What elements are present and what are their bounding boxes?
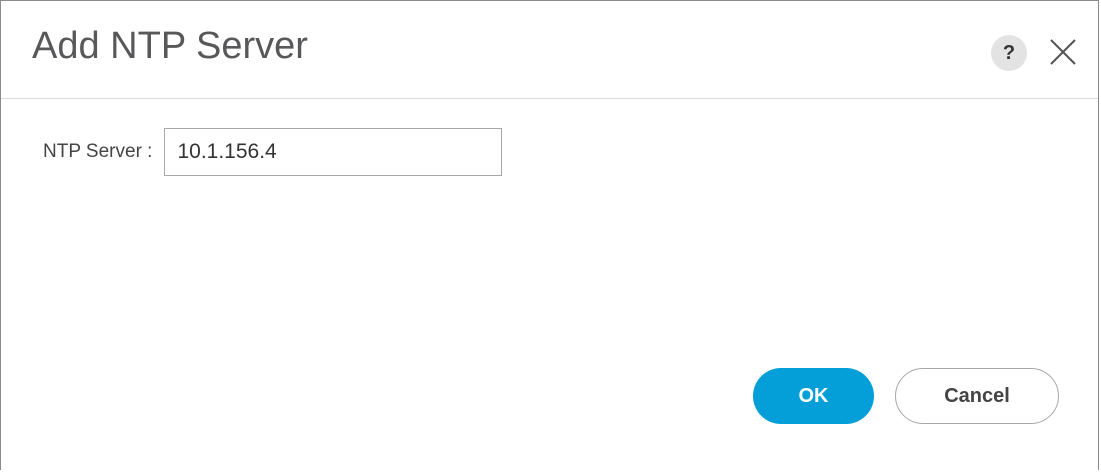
cancel-button[interactable]: Cancel xyxy=(895,368,1059,424)
dialog-header: Add NTP Server ? xyxy=(1,1,1098,99)
add-ntp-server-dialog: Add NTP Server ? NTP Server : OK Cancel xyxy=(0,0,1099,470)
close-icon[interactable] xyxy=(1043,32,1083,72)
ok-button[interactable]: OK xyxy=(753,368,874,424)
ntp-server-row: NTP Server : xyxy=(43,127,503,177)
dialog-title: Add NTP Server xyxy=(32,25,308,67)
ntp-server-label: NTP Server : xyxy=(43,141,153,162)
ntp-server-input[interactable] xyxy=(164,128,503,176)
help-icon[interactable]: ? xyxy=(991,35,1027,71)
